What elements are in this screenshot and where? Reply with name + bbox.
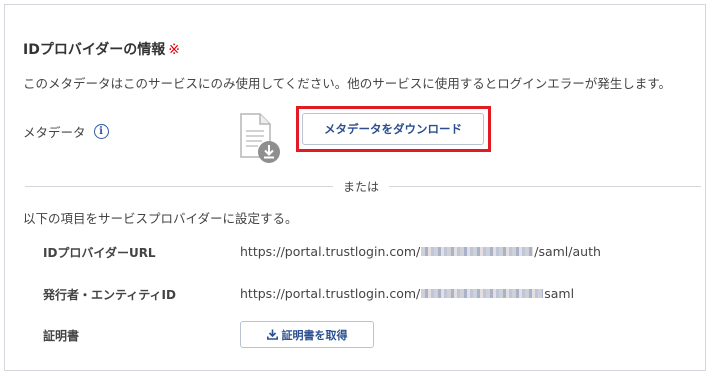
section-title-text: IDプロバイダーの情報 bbox=[23, 42, 166, 58]
section-title: IDプロバイダーの情報 ※ bbox=[23, 39, 180, 59]
redacted-segment bbox=[421, 247, 534, 256]
redacted-segment bbox=[421, 289, 544, 298]
get-certificate-label: 証明書を取得 bbox=[281, 328, 348, 342]
download-metadata-button[interactable]: メタデータをダウンロード bbox=[302, 113, 484, 145]
entity-id-suffix: saml bbox=[544, 286, 575, 301]
divider-text: または bbox=[342, 180, 379, 194]
instruction-text: 以下の項目をサービスプロバイダーに設定する。 bbox=[23, 211, 298, 226]
certificate-label: 証明書 bbox=[43, 329, 80, 343]
info-icon[interactable]: i bbox=[93, 124, 109, 139]
idp-url-prefix: https://portal.trustlogin.com/ bbox=[240, 244, 421, 259]
document-download-icon bbox=[238, 113, 282, 165]
required-mark: ※ bbox=[168, 42, 181, 58]
metadata-label: メタデータ bbox=[23, 125, 86, 140]
idp-info-panel: IDプロバイダーの情報 ※ このメタデータはこのサービスにのみ使用してください。他… bbox=[4, 4, 706, 371]
entity-id-value: https://portal.trustlogin.com/saml bbox=[240, 286, 574, 301]
idp-url-value: https://portal.trustlogin.com/ /saml/auth bbox=[240, 244, 601, 259]
entity-id-prefix: https://portal.trustlogin.com/ bbox=[240, 286, 421, 301]
divider-line-left bbox=[25, 186, 333, 187]
metadata-usage-note: このメタデータはこのサービスにのみ使用してください。他のサービスに使用するとログ… bbox=[23, 76, 672, 91]
metadata-label-row: メタデータ i bbox=[23, 122, 109, 141]
idp-url-suffix: /saml/auth bbox=[534, 244, 601, 259]
download-icon bbox=[266, 329, 278, 340]
get-certificate-button[interactable]: 証明書を取得 bbox=[240, 321, 374, 348]
divider-line-right bbox=[389, 186, 701, 187]
entity-id-label: 発行者・エンティティID bbox=[43, 288, 176, 302]
idp-url-label: IDプロバイダーURL bbox=[43, 246, 156, 260]
